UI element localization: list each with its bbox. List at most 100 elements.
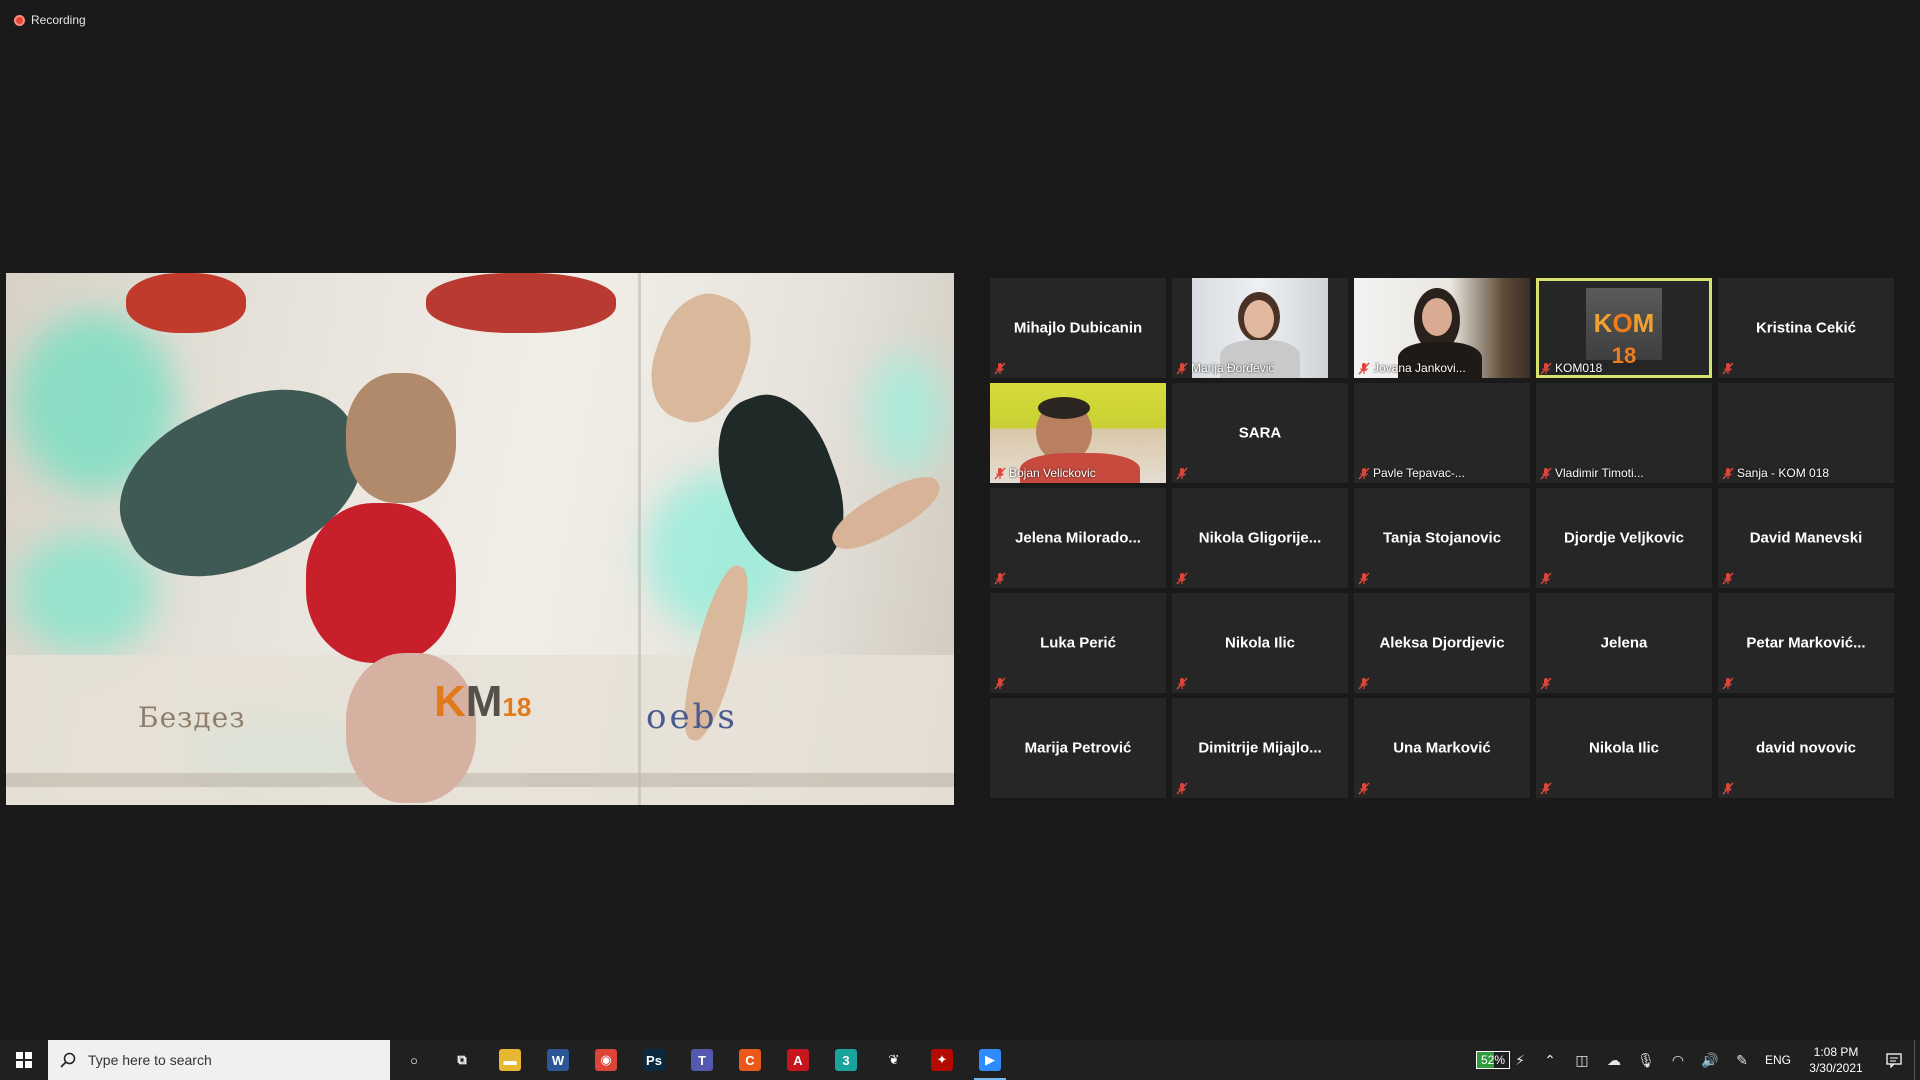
participant-tile[interactable]: Vladimir Timoti... [1536,383,1712,483]
dancer-figure [346,373,456,503]
participant-tile[interactable]: Bojan Velickovic [990,383,1166,483]
muted-mic-icon [1358,572,1370,585]
start-button[interactable] [0,1040,48,1080]
recorder-button[interactable]: C [726,1040,774,1080]
participant-tile[interactable]: Sanja - KOM 018 [1718,383,1894,483]
tile-status [1176,677,1188,690]
battery-box: 52% [1475,1051,1510,1069]
participant-name: Djordje Veljkovic [1563,529,1685,547]
participant-tile[interactable]: Una Marković [1354,698,1530,798]
tile-status [1176,782,1188,795]
participant-tile[interactable]: Pavle Tepavac-... [1354,383,1530,483]
feather-button[interactable]: ❦ [870,1040,918,1080]
participant-tile[interactable]: Nikola Ilic [1172,593,1348,693]
participant-tile[interactable]: SARA [1172,383,1348,483]
photoshop-button[interactable]: Ps [630,1040,678,1080]
onedrive-icon[interactable]: ☁ [1598,1040,1630,1080]
participant-tile[interactable]: Luka Perić [990,593,1166,693]
microphone-icon[interactable]: 🎙 [1630,1040,1662,1080]
logo-oebs: oebs [646,697,738,737]
clock[interactable]: 1:08 PM 3/30/2021 [1798,1044,1874,1076]
participant-tile[interactable]: david novovic [1718,698,1894,798]
dancer-figure [306,503,456,663]
muted-mic-icon [1722,467,1734,479]
tile-status [1540,572,1552,585]
file-explorer-button[interactable]: ▬ [486,1040,534,1080]
tile-status: Sanja - KOM 018 [1722,466,1829,480]
participant-label: KOM018 [1555,361,1603,375]
tile-status [1722,782,1734,795]
participant-tile[interactable]: Tanja Stojanovic [1354,488,1530,588]
muted-mic-icon [1722,572,1734,585]
taskbar-apps: ○ ⧉ ▬ W ◉ Ps T C A 3 ❦ ✦ ▶ [390,1040,1014,1080]
muted-mic-icon [1722,362,1734,375]
meet-now-icon[interactable]: ◫ [1566,1040,1598,1080]
muted-mic-icon [1358,782,1370,795]
zoom-button[interactable]: ▶ [966,1040,1014,1080]
notifications-button[interactable] [1874,1040,1914,1080]
participant-name: Luka Perić [1040,634,1116,652]
participant-name: Jelena [1600,634,1648,652]
system-tray: 52% ⚡ ⌃ ◫ ☁ 🎙 ◠ 🔊 ✎ ENG 1:08 PM 3/30/202… [1475,1040,1920,1080]
photoshop-icon: Ps [643,1049,665,1071]
word-button[interactable]: W [534,1040,582,1080]
chevron-up-icon[interactable]: ⌃ [1534,1040,1566,1080]
tile-status [1358,782,1370,795]
clock-date: 3/30/2021 [1809,1061,1863,1075]
wifi-icon[interactable]: ◠ [1662,1040,1694,1080]
tile-status: Pavle Tepavac-... [1358,466,1465,480]
three-button[interactable]: 3 [822,1040,870,1080]
three-icon: 3 [835,1049,857,1071]
volume-icon[interactable]: 🔊 [1694,1040,1726,1080]
participant-name: Nikola Ilic [1224,634,1296,652]
battery-indicator[interactable]: 52% ⚡ [1475,1040,1528,1080]
tile-status: Marija Đorđević [1176,361,1274,375]
participant-tile[interactable]: Dimitrije Mijajlo... [1172,698,1348,798]
show-desktop-button[interactable] [1914,1040,1920,1080]
shared-video[interactable]: Бездез KM18 oebs [6,273,954,805]
participant-tile[interactable]: Jelena Milorado... [990,488,1166,588]
taskbar-search-box[interactable]: Type here to search [48,1040,390,1080]
participant-tile[interactable]: Aleksa Djordjevic [1354,593,1530,693]
cortana-button[interactable]: ○ [390,1040,438,1080]
participant-tile[interactable]: KOM 18 KOM018 [1536,278,1712,378]
participant-name: Jelena Milorado... [1015,529,1141,547]
participant-tile[interactable]: Djordje Veljkovic [1536,488,1712,588]
participant-tile[interactable]: Kristina Cekić [1718,278,1894,378]
participant-name: Nikola Ilic [1588,739,1660,757]
participant-tile[interactable]: Mihajlo Dubicanin [990,278,1166,378]
teams-button[interactable]: T [678,1040,726,1080]
participant-tile[interactable]: Jelena [1536,593,1712,693]
participant-gallery: Mihajlo Dubicanin Marija Đorđević Jovana J… [990,278,1894,798]
recording-indicator[interactable]: Recording [14,13,86,27]
search-icon [60,1052,76,1068]
tile-status [994,677,1006,690]
task-view-button[interactable]: ⧉ [438,1040,486,1080]
autocad-icon: A [787,1049,809,1071]
autocad-button[interactable]: A [774,1040,822,1080]
logo-left: Бездез [138,701,246,734]
muted-mic-icon [994,467,1006,479]
participant-name: David Manevski [1749,529,1863,547]
participant-tile[interactable]: Nikola Gligorije... [1172,488,1348,588]
participant-tile[interactable]: Nikola Ilic [1536,698,1712,798]
muted-mic-icon [1540,572,1552,585]
language-indicator[interactable]: ENG [1758,1053,1798,1067]
participant-tile[interactable]: David Manevski [1718,488,1894,588]
tile-status [1358,572,1370,585]
tile-status [1358,677,1370,690]
chrome-button[interactable]: ◉ [582,1040,630,1080]
search-placeholder: Type here to search [88,1052,212,1068]
recording-label: Recording [31,13,86,27]
logo-m: M [465,677,503,726]
participant-tile[interactable]: Marija Petrović [990,698,1166,798]
clock-time: 1:08 PM [1813,1045,1859,1059]
chrome-icon: ◉ [595,1049,617,1071]
participant-tile[interactable]: Petar Marković... [1718,593,1894,693]
muted-mic-icon [1722,677,1734,690]
pen-icon[interactable]: ✎ [1726,1040,1758,1080]
acrobat-button[interactable]: ✦ [918,1040,966,1080]
participant-tile[interactable]: Jovana Jankovi... [1354,278,1530,378]
participant-label: Pavle Tepavac-... [1373,466,1465,480]
participant-tile[interactable]: Marija Đorđević [1172,278,1348,378]
